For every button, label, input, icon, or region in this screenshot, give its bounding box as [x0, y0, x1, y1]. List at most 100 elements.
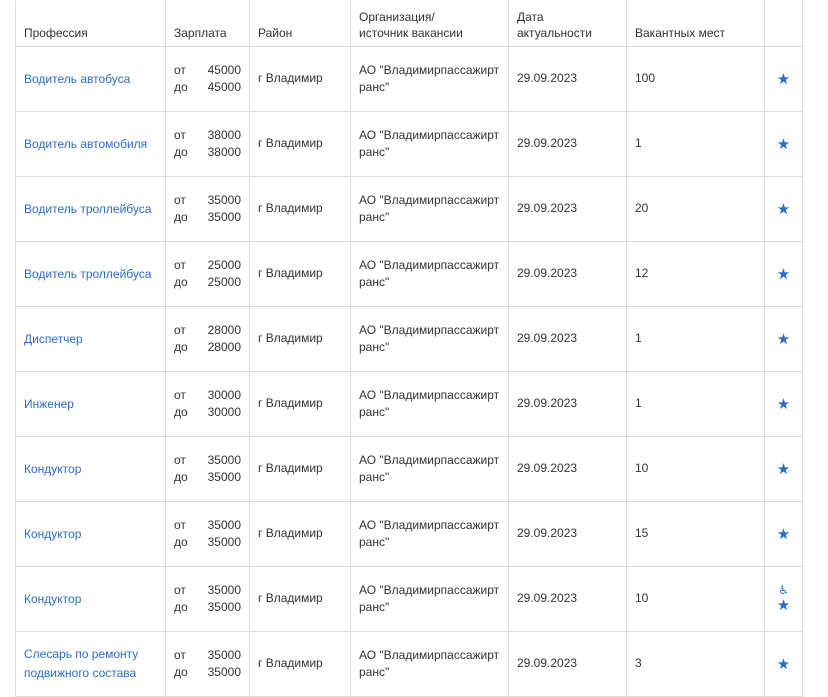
salary-from-label: от [174, 323, 186, 337]
salary-to-label: до [174, 665, 188, 679]
date-cell: 29.09.2023 [508, 631, 627, 697]
salary-from-label: от [174, 128, 186, 142]
table-row: Кондуктор от 35000 до 35000 г Владимир АО … [15, 501, 803, 567]
header-actions [764, 0, 803, 47]
table-row: Слесарь по ремонту подвижного состава от… [15, 631, 803, 697]
organization-cell: АО "Владимирпассажиртранс" [350, 371, 509, 437]
organization-cell: АО "Владимирпассажиртранс" [350, 46, 509, 112]
date-cell: 29.09.2023 [508, 436, 627, 502]
salary-from-value: 38000 [207, 128, 241, 142]
profession-cell: Водитель автобуса [15, 46, 166, 112]
salary-to-value: 28000 [207, 340, 241, 354]
district-cell: г Владимир [249, 436, 351, 502]
salary-to-label: до [174, 405, 188, 419]
vacancies-cell: 10 [626, 436, 765, 502]
vacancies-cell: 15 [626, 501, 765, 567]
salary-from-label: от [174, 388, 186, 402]
profession-link[interactable]: Инженер [24, 397, 74, 411]
organization-cell: АО "Владимирпассажиртранс" [350, 241, 509, 307]
table-row: Водитель троллейбуса от 35000 до 35000 г В… [15, 176, 803, 242]
date-cell: 29.09.2023 [508, 241, 627, 307]
profession-link[interactable]: Водитель автобуса [24, 72, 130, 86]
district-cell: г Владимир [249, 501, 351, 567]
actions-cell: ★ [764, 306, 803, 372]
header-date-line2: актуальности [517, 26, 592, 40]
star-icon[interactable]: ★ [765, 461, 802, 478]
salary-to-label: до [174, 210, 188, 224]
salary-to-value: 30000 [207, 405, 241, 419]
profession-link[interactable]: Слесарь по ремонту подвижного состава [24, 647, 138, 680]
wheelchair-icon[interactable]: ♿ [765, 584, 802, 597]
salary-to-label: до [174, 470, 188, 484]
profession-cell: Кондуктор [15, 436, 166, 502]
table-row: Водитель троллейбуса от 25000 до 25000 г В… [15, 241, 803, 307]
star-icon[interactable]: ★ [765, 136, 802, 153]
salary-cell: от 35000 до 35000 [165, 501, 250, 567]
profession-link[interactable]: Водитель троллейбуса [24, 202, 151, 216]
vacancy-table: Профессия Зарплата Район Организация/ист… [15, 0, 803, 697]
profession-link[interactable]: Водитель автомобиля [24, 137, 147, 151]
salary-from-label: от [174, 648, 186, 662]
date-cell: 29.09.2023 [508, 371, 627, 437]
table-body: Водитель автобуса от 45000 до 45000 г Влад… [15, 46, 803, 697]
salary-from-value: 28000 [207, 323, 241, 337]
actions-cell: ★ [764, 46, 803, 112]
salary-cell: от 35000 до 35000 [165, 436, 250, 502]
date-cell: 29.09.2023 [508, 566, 627, 632]
salary-to-label: до [174, 600, 188, 614]
salary-from-value: 35000 [207, 583, 241, 597]
header-salary[interactable]: Зарплата [165, 0, 250, 47]
vacancies-cell: 12 [626, 241, 765, 307]
header-district[interactable]: Район [249, 0, 351, 47]
header-date[interactable]: Дата актуальности [508, 0, 627, 47]
header-organization[interactable]: Организация/источник вакансии [350, 0, 509, 47]
profession-link[interactable]: Водитель троллейбуса [24, 267, 151, 281]
salary-from-label: от [174, 583, 186, 597]
star-icon[interactable]: ★ [765, 396, 802, 413]
organization-cell: АО "Владимирпассажиртранс" [350, 111, 509, 177]
star-icon[interactable]: ★ [765, 71, 802, 88]
header-vacancies[interactable]: Вакантных мест [626, 0, 765, 47]
district-cell: г Владимир [249, 566, 351, 632]
salary-cell: от 35000 до 35000 [165, 176, 250, 242]
actions-cell: ★ [764, 371, 803, 437]
profession-cell: Диспетчер [15, 306, 166, 372]
header-profession[interactable]: Профессия [15, 0, 166, 47]
profession-cell: Инженер [15, 371, 166, 437]
salary-to-value: 45000 [207, 80, 241, 94]
date-cell: 29.09.2023 [508, 111, 627, 177]
header-organization-line2: источник вакансии [359, 26, 463, 40]
salary-from-label: от [174, 453, 186, 467]
profession-cell: Кондуктор [15, 566, 166, 632]
salary-to-value: 35000 [207, 210, 241, 224]
star-icon[interactable]: ★ [765, 656, 802, 673]
salary-to-value: 25000 [207, 275, 241, 289]
profession-link[interactable]: Кондуктор [24, 462, 81, 476]
salary-to-value: 35000 [207, 665, 241, 679]
vacancies-cell: 20 [626, 176, 765, 242]
table-row: Кондуктор от 35000 до 35000 г Владимир АО … [15, 436, 803, 502]
profession-link[interactable]: Кондуктор [24, 527, 81, 541]
salary-to-value: 35000 [207, 470, 241, 484]
salary-to-label: до [174, 275, 188, 289]
star-icon[interactable]: ★ [765, 266, 802, 283]
organization-cell: АО "Владимирпассажиртранс" [350, 436, 509, 502]
district-cell: г Владимир [249, 46, 351, 112]
district-cell: г Владимир [249, 111, 351, 177]
date-cell: 29.09.2023 [508, 176, 627, 242]
vacancies-cell: 1 [626, 306, 765, 372]
profession-link[interactable]: Кондуктор [24, 592, 81, 606]
date-cell: 29.09.2023 [508, 501, 627, 567]
salary-to-label: до [174, 145, 188, 159]
star-icon[interactable]: ★ [765, 526, 802, 543]
star-icon[interactable]: ★ [765, 597, 802, 614]
district-cell: г Владимир [249, 176, 351, 242]
profession-cell: Кондуктор [15, 501, 166, 567]
profession-link[interactable]: Диспетчер [24, 332, 83, 346]
district-cell: г Владимир [249, 241, 351, 307]
star-icon[interactable]: ★ [765, 201, 802, 218]
salary-to-value: 38000 [207, 145, 241, 159]
district-cell: г Владимир [249, 631, 351, 697]
star-icon[interactable]: ★ [765, 331, 802, 348]
salary-cell: от 25000 до 25000 [165, 241, 250, 307]
